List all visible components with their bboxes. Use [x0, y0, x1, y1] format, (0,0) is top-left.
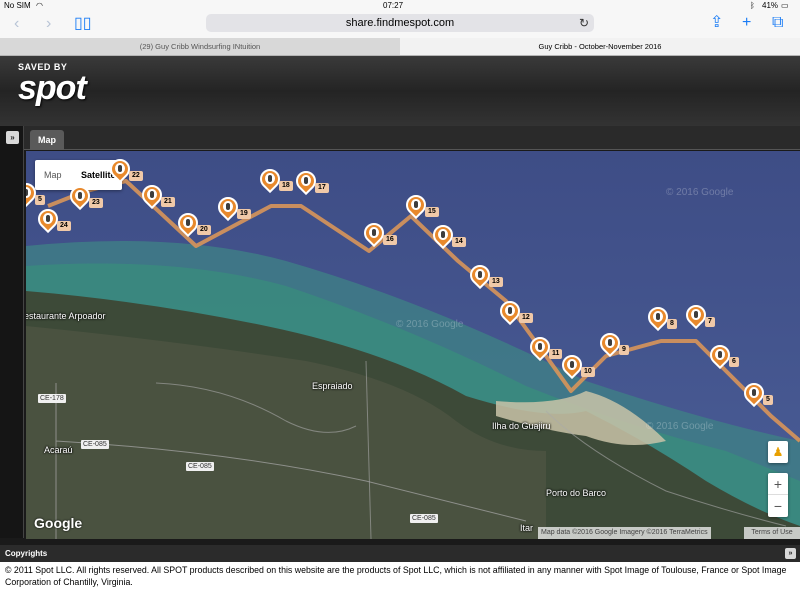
marker-number: 17 — [315, 183, 329, 193]
map-attribution: Map data ©2016 Google Imagery ©2016 Terr… — [538, 527, 711, 539]
tab-strip: (29) Guy Cribb Windsurfing INtuition ✕ G… — [0, 38, 800, 56]
share-icon[interactable]: ⇪ — [710, 14, 723, 32]
person-icon — [265, 173, 275, 184]
collapse-icon[interactable]: » — [785, 548, 796, 559]
tab-spot[interactable]: Guy Cribb - October-November 2016 — [400, 38, 800, 55]
bookmarks-icon[interactable]: ▯▯ — [74, 15, 92, 33]
person-icon — [115, 163, 125, 174]
watermark: © 2016 Google — [666, 187, 734, 198]
copyrights-title: Copyrights — [5, 549, 48, 558]
place-label: Itar — [520, 523, 534, 533]
status-bar: No SIM ◠ 07:27 ᛒ 41% ▭ — [0, 0, 800, 12]
logo-wordmark: spot — [18, 69, 87, 107]
person-icon — [605, 337, 615, 348]
marker-number: 15 — [425, 207, 439, 217]
marker-number: 12 — [519, 313, 533, 323]
google-logo: Google — [34, 515, 83, 531]
place-label: estaurante Arpoador — [26, 311, 106, 321]
person-icon — [691, 309, 701, 320]
person-icon — [75, 190, 85, 201]
browser-toolbar: ‹ › ▯▯ share.findmespot.com ↻ ⇪ + ⧉ — [0, 12, 800, 38]
marker-number: 13 — [489, 277, 503, 287]
person-icon — [301, 175, 311, 186]
copyrights-text: © 2011 Spot LLC. All rights reserved. Al… — [0, 562, 800, 600]
wifi-icon: ◠ — [36, 1, 43, 10]
road-label: CE-085 — [410, 514, 438, 523]
watermark: © 2016 Google — [646, 421, 714, 432]
place-label: Acaraú — [44, 445, 73, 455]
reload-icon[interactable]: ↻ — [579, 14, 589, 32]
terms-link[interactable]: Terms of Use — [744, 527, 800, 539]
road-label: CE-178 — [38, 394, 66, 403]
marker-number: 7 — [705, 317, 715, 327]
expand-panel-icon[interactable]: » — [6, 131, 19, 144]
place-label: Espraiado — [312, 381, 353, 391]
road-label: CE-085 — [186, 462, 214, 471]
person-icon — [369, 227, 379, 238]
marker-number: 14 — [452, 237, 466, 247]
site-header: SAVED BY spot — [0, 56, 800, 126]
clock: 07:27 — [383, 1, 404, 10]
url-text: share.findmespot.com — [345, 17, 455, 29]
person-icon — [147, 189, 157, 200]
marker-number: 10 — [581, 367, 595, 377]
person-icon — [183, 217, 193, 228]
marker-number: 18 — [279, 181, 293, 191]
place-label: Porto do Barco — [546, 488, 607, 498]
marker-number: 22 — [129, 171, 143, 181]
marker-number: 19 — [237, 209, 251, 219]
tab-windsurfing[interactable]: (29) Guy Cribb Windsurfing INtuition — [0, 38, 400, 55]
zoom-out-button[interactable]: − — [768, 495, 788, 517]
road-label: CE-085 — [81, 440, 109, 449]
person-icon — [438, 229, 448, 240]
marker-number: 9 — [619, 345, 629, 355]
back-icon[interactable]: ‹ — [14, 15, 19, 33]
person-icon — [715, 349, 725, 360]
forward-icon[interactable]: › — [46, 15, 51, 33]
person-icon — [567, 359, 577, 370]
place-label: Ilha do Guajiru — [492, 421, 551, 431]
battery-percent: 41% — [762, 1, 779, 10]
zoom-in-button[interactable]: + — [768, 473, 788, 495]
spot-logo: SAVED BY spot — [18, 62, 87, 107]
carrier-label: No SIM — [4, 1, 31, 10]
person-icon — [505, 305, 515, 316]
map-view[interactable]: © 2016 Google © 2016 Google © 2016 Googl… — [26, 151, 800, 539]
marker-number: 5 — [35, 195, 45, 205]
bluetooth-icon: ᛒ — [750, 1, 755, 10]
battery-icon: ▭ — [781, 1, 789, 10]
person-icon — [653, 311, 663, 322]
person-icon — [535, 341, 545, 352]
person-icon — [43, 213, 53, 224]
copyrights-header: Copyrights » — [0, 545, 800, 562]
marker-number: 5 — [763, 395, 773, 405]
zoom-control: + − — [768, 473, 788, 517]
person-icon — [411, 199, 421, 210]
person-icon — [223, 201, 233, 212]
marker-number: 8 — [667, 319, 677, 329]
street-view-pegman-icon[interactable]: ♟ — [768, 441, 788, 463]
address-bar[interactable]: share.findmespot.com ↻ — [206, 14, 594, 32]
map-tabbar: Map — [24, 126, 800, 150]
watermark: © 2016 Google — [396, 319, 464, 330]
marker-number: 21 — [161, 197, 175, 207]
left-panel: » — [0, 126, 24, 538]
marker-number: 24 — [57, 221, 71, 231]
marker-number: 16 — [383, 235, 397, 245]
new-tab-icon[interactable]: + — [742, 14, 751, 32]
marker-number: 20 — [197, 225, 211, 235]
marker-number: 6 — [729, 357, 739, 367]
marker-number: 23 — [89, 198, 103, 208]
person-icon — [475, 269, 485, 280]
tabs-icon[interactable]: ⧉ — [772, 14, 783, 32]
marker-number: 11 — [549, 349, 563, 359]
map-type-map-button[interactable]: Map — [44, 160, 62, 190]
person-icon — [749, 387, 759, 398]
tab-map[interactable]: Map — [30, 130, 64, 150]
